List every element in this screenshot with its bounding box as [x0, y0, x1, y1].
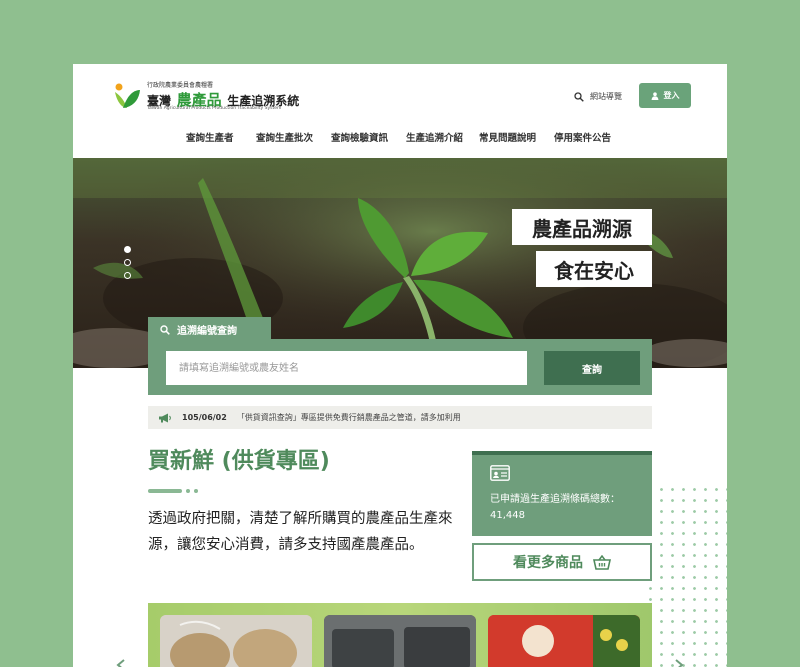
product-card-2[interactable]: [324, 615, 476, 667]
login-button[interactable]: 登入: [639, 83, 691, 108]
barcode-counter-card: 已申請過生產追溯條碼總數：41,448: [472, 451, 652, 536]
more-products-button[interactable]: 看更多商品: [472, 543, 652, 581]
basket-icon: [593, 554, 611, 570]
nav-item-intro[interactable]: 生產追溯介紹: [406, 130, 463, 144]
counter-top-border: [472, 451, 652, 455]
query-button[interactable]: 查詢: [544, 351, 640, 385]
chevron-left-icon[interactable]: [115, 659, 127, 667]
login-label: 登入: [663, 91, 680, 100]
main-nav: 查詢生產者 查詢生產批次 查詢檢驗資訊 生產追溯介紹 常見問題說明 停用案件公告: [73, 130, 727, 146]
search-icon: [574, 91, 584, 102]
nav-item-producer[interactable]: 查詢生產者: [186, 130, 234, 144]
product-card-1[interactable]: [160, 615, 312, 667]
user-icon: [651, 91, 658, 100]
barcode-count-text: 已申請過生產追溯條碼總數：41,448: [490, 494, 620, 521]
carousel-dot-1[interactable]: [124, 246, 131, 253]
site-search-label: 網站導覽: [590, 92, 622, 101]
more-products-label: 看更多商品: [513, 555, 583, 571]
logo-english: Taiwan Agricultural Products Production …: [147, 106, 282, 111]
carousel-dots: [124, 246, 132, 285]
page-frame: 行政院農業委員會農糧署 臺灣 農產品 生產追溯系統 Taiwan Agricul…: [73, 64, 727, 667]
carousel-dot-2[interactable]: [124, 259, 131, 266]
product-carousel: [148, 603, 652, 667]
chevron-right-icon[interactable]: [673, 659, 685, 667]
product-image-1: [160, 615, 312, 667]
dot-pattern: [645, 484, 727, 667]
nav-item-faq[interactable]: 常見問題說明: [479, 130, 536, 144]
news-text: 「供貨資訊查詢」專區提供免費行銷農產品之管道，請多加利用: [236, 413, 461, 422]
trace-search-input[interactable]: [166, 351, 527, 385]
hero-slogan-1: 農產品溯源: [512, 209, 652, 245]
logo-leaf-icon: [115, 83, 140, 108]
site-search-link[interactable]: 網站導覽: [574, 91, 622, 102]
product-card-3[interactable]: [488, 615, 640, 667]
nav-item-notice[interactable]: 停用案件公告: [554, 130, 611, 144]
id-card-icon: [490, 465, 510, 481]
site-logo[interactable]: 行政院農業委員會農糧署 臺灣 農產品 生產追溯系統 Taiwan Agricul…: [113, 80, 303, 112]
title-underline: [148, 489, 208, 493]
carousel-dot-3[interactable]: [124, 272, 131, 279]
query-tab-label: 追溯編號查詢: [177, 326, 237, 337]
section-title: 買新鮮 (供貨專區): [148, 449, 330, 474]
section-description: 透過政府把關，清楚了解所購買的農產品生產來源，讓您安心消費，請多支持國產農產品。: [148, 511, 453, 553]
news-ticker[interactable]: 105/06/02 「供貨資訊查詢」專區提供免費行銷農產品之管道，請多加利用: [148, 406, 652, 429]
query-panel: 查詢: [148, 339, 652, 395]
nav-item-inspection[interactable]: 查詢檢驗資訊: [331, 130, 388, 144]
product-image-2: [324, 615, 476, 667]
hero-slogan-2: 食在安心: [536, 251, 652, 287]
megaphone-icon: [159, 413, 171, 422]
logo-agency: 行政院農業委員會農糧署: [147, 82, 214, 89]
product-image-3: [488, 615, 640, 667]
nav-item-batch[interactable]: 查詢生產批次: [256, 130, 313, 144]
news-date: 105/06/02: [182, 413, 227, 422]
search-icon: [160, 324, 170, 335]
